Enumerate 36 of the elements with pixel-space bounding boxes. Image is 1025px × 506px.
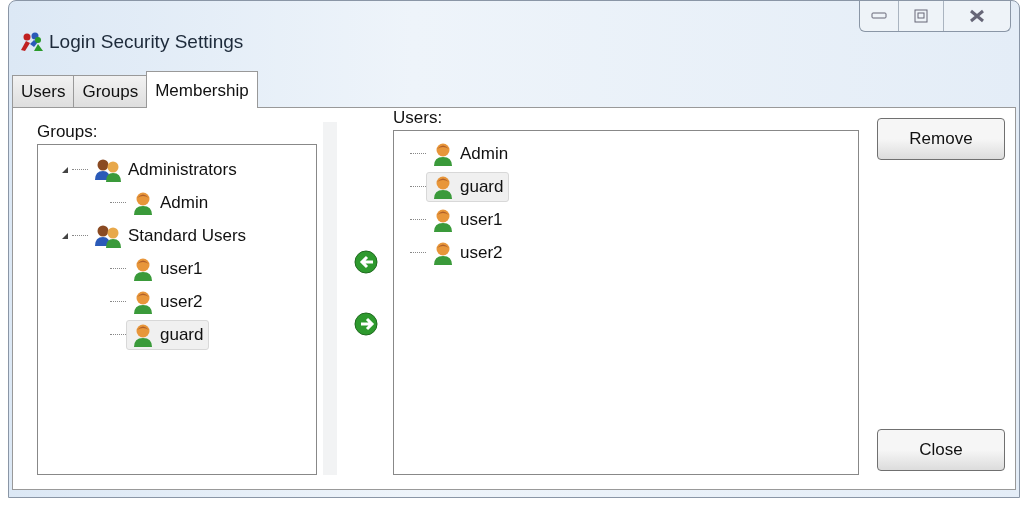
arrow-left-icon[interactable] xyxy=(354,250,378,274)
tab[interactable]: Membership xyxy=(146,71,258,108)
close-button[interactable]: Close xyxy=(877,429,1005,471)
maximize-icon xyxy=(914,9,928,23)
list-item[interactable]: Admin xyxy=(426,138,515,169)
users-label: Users: xyxy=(393,108,444,129)
minimize-icon xyxy=(871,12,887,20)
arrow-right-icon[interactable] xyxy=(354,312,378,336)
user-icon xyxy=(432,174,454,199)
group-icon xyxy=(94,157,122,182)
tree-item[interactable]: user1 xyxy=(126,253,209,284)
expand-icon[interactable] xyxy=(61,231,69,240)
list-item[interactable]: user2 xyxy=(426,237,509,268)
window-title: Login Security Settings xyxy=(49,31,244,53)
user-icon xyxy=(432,207,454,232)
tab[interactable]: Groups xyxy=(73,75,148,107)
tab[interactable]: Users xyxy=(12,75,75,107)
user-icon xyxy=(132,256,154,281)
tree-item[interactable]: guard xyxy=(126,319,210,350)
app-icon xyxy=(21,32,43,52)
tree-item[interactable]: user2 xyxy=(126,286,209,317)
user-icon xyxy=(432,240,454,265)
user-icon xyxy=(432,141,454,166)
user-icon xyxy=(132,322,154,347)
expand-icon[interactable] xyxy=(61,165,69,174)
list-item[interactable]: guard xyxy=(426,171,510,202)
tree-item[interactable]: Standard Users xyxy=(88,220,253,251)
tree-item[interactable]: Admin xyxy=(126,187,215,218)
tree-item[interactable]: Administrators xyxy=(88,154,243,185)
remove-button[interactable]: Remove xyxy=(877,118,1005,160)
list-item[interactable]: user1 xyxy=(426,204,509,235)
user-icon xyxy=(132,289,154,314)
user-icon xyxy=(132,190,154,215)
groups-label: Groups: xyxy=(37,122,99,143)
close-icon xyxy=(969,9,985,23)
group-icon xyxy=(94,223,122,248)
